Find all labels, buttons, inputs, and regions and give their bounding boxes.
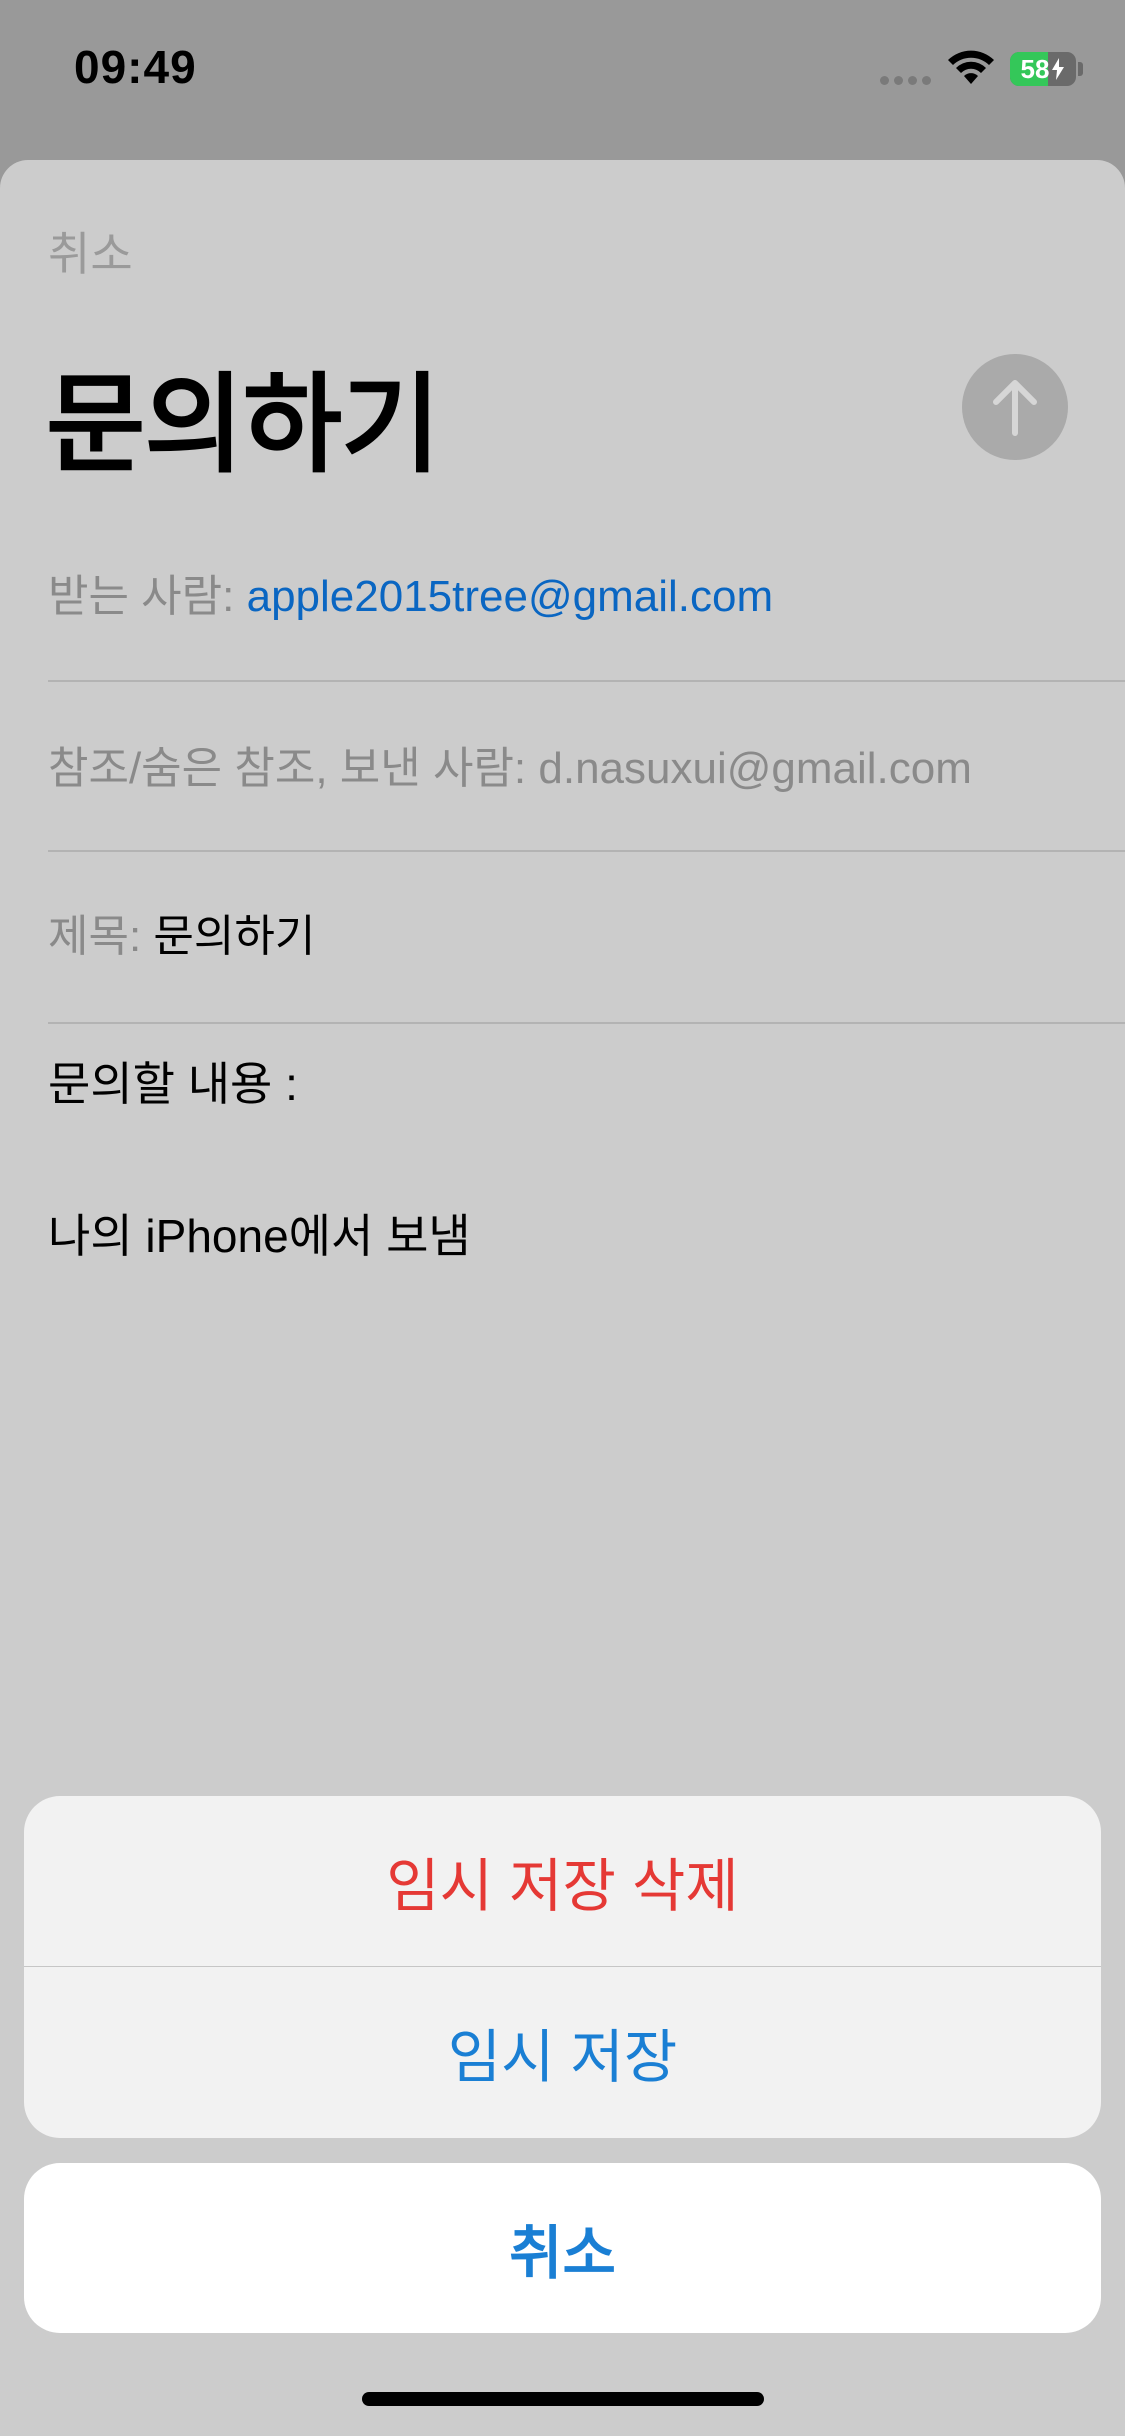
subject-field[interactable]: 제목: 문의하기 bbox=[48, 900, 315, 964]
send-button[interactable] bbox=[962, 354, 1068, 460]
subject-value[interactable]: 문의하기 bbox=[153, 912, 315, 961]
wifi-icon bbox=[948, 50, 994, 84]
compose-title: 문의하기 bbox=[46, 364, 440, 485]
status-time: 09:49 bbox=[74, 41, 197, 93]
to-label: 받는 사람: bbox=[48, 572, 235, 621]
cc-label: 참조/숨은 참조, 보낸 사람: bbox=[48, 744, 527, 793]
to-field[interactable]: 받는 사람: apple2015tree@gmail.com bbox=[48, 560, 773, 624]
compose-cancel-button[interactable]: 취소 bbox=[48, 218, 133, 284]
home-indicator[interactable] bbox=[362, 2392, 764, 2406]
subject-label: 제목: bbox=[48, 912, 142, 961]
from-address: d.nasuxui@gmail.com bbox=[538, 744, 972, 793]
cc-bcc-from-field[interactable]: 참조/숨은 참조, 보낸 사람: d.nasuxui@gmail.com bbox=[48, 732, 972, 796]
divider bbox=[48, 680, 1125, 682]
cellular-signal-icon bbox=[880, 76, 931, 85]
draft-action-sheet: 임시 저장 삭제 임시 저장 bbox=[24, 1796, 1101, 2138]
action-sheet-cancel-button[interactable]: 취소 bbox=[24, 2163, 1101, 2333]
to-recipient[interactable]: apple2015tree@gmail.com bbox=[247, 572, 774, 621]
divider bbox=[48, 850, 1125, 852]
save-draft-button[interactable]: 임시 저장 bbox=[24, 1967, 1101, 2137]
arrow-up-icon bbox=[993, 380, 1037, 436]
battery-tip bbox=[1078, 62, 1083, 76]
message-body-line[interactable]: 문의할 내용 : bbox=[48, 1048, 298, 1114]
battery-label: 58 bbox=[1010, 52, 1076, 86]
charging-bolt-icon bbox=[1052, 58, 1065, 80]
message-signature[interactable]: 나의 iPhone에서 보냄 bbox=[48, 1200, 471, 1266]
status-bar: 09:49 58 bbox=[0, 0, 1125, 140]
divider bbox=[48, 1022, 1125, 1024]
delete-draft-button[interactable]: 임시 저장 삭제 bbox=[24, 1796, 1101, 1966]
battery-icon: 58 bbox=[1010, 52, 1076, 86]
